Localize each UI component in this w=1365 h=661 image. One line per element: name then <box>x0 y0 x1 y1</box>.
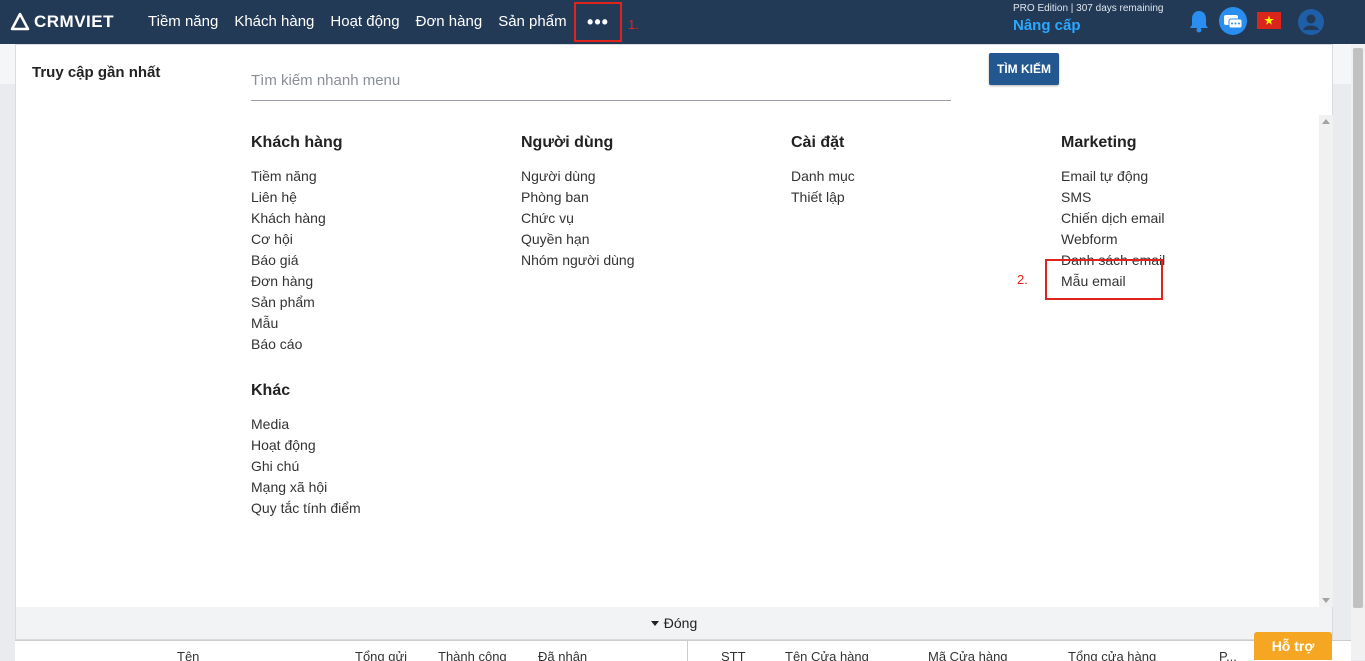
menu-item-mau[interactable]: Mẫu <box>251 313 343 334</box>
annotation-step-2: 2. <box>1017 272 1028 287</box>
menu-search-input[interactable] <box>251 60 951 101</box>
upgrade-link[interactable]: Nâng cấp <box>1013 17 1081 34</box>
recent-access-title: Truy cập gần nhất <box>32 64 161 81</box>
nav-item-hoat-dong[interactable]: Hoạt động <box>322 0 407 44</box>
annotation-step-1: 1. <box>628 17 639 32</box>
menu-item-bao-cao[interactable]: Báo cáo <box>251 334 343 355</box>
crmviet-logo[interactable]: CRMVIET <box>10 10 114 34</box>
close-menu-label: Đóng <box>663 615 698 631</box>
nav-item-san-pham[interactable]: Sản phẩm <box>490 0 574 44</box>
table-header-more: P... <box>1219 649 1237 661</box>
table-header-da-nhan: Đã nhận <box>538 649 588 661</box>
menu-item-sms[interactable]: SMS <box>1061 187 1165 208</box>
logo-icon <box>10 12 30 31</box>
menu-item-nguoi-dung[interactable]: Người dùng <box>521 166 635 187</box>
menu-item-khach-hang[interactable]: Khách hàng <box>251 208 343 229</box>
menu-item-thiet-lap[interactable]: Thiết lập <box>791 187 855 208</box>
menu-item-media[interactable]: Media <box>251 414 361 435</box>
menu-item-email-tu-dong[interactable]: Email tự động <box>1061 166 1165 187</box>
menu-item-tiem-nang[interactable]: Tiềm năng <box>251 166 343 187</box>
menu-column-title: Khác <box>251 382 291 399</box>
table-header-tong-gui: Tổng gửi <box>355 649 408 661</box>
menu-item-chien-dich-email[interactable]: Chiến dịch email <box>1061 208 1165 229</box>
support-button[interactable]: Hỗ trợ <box>1254 632 1332 660</box>
menu-column-title: Khách hàng <box>251 134 343 151</box>
table-header-thanh-cong: Thành công <box>438 649 507 661</box>
scroll-up-arrow-icon[interactable] <box>1322 119 1330 124</box>
menu-column-nguoi-dung: Người dùng Người dùng Phòng ban Chức vụ … <box>521 134 635 271</box>
table-header-ten-cua-hang: Tên Cửa hàng <box>785 649 869 661</box>
logo-text: CRMVIET <box>34 12 114 31</box>
more-menu-button[interactable]: ••• <box>574 2 622 42</box>
page-scrollbar-thumb[interactable] <box>1353 48 1363 608</box>
menu-column-title: Marketing <box>1061 134 1137 151</box>
menu-item-co-hoi[interactable]: Cơ hội <box>251 229 343 250</box>
menu-item-san-pham[interactable]: Sản phẩm <box>251 292 343 313</box>
menu-item-danh-muc[interactable]: Danh mục <box>791 166 855 187</box>
menu-item-phong-ban[interactable]: Phòng ban <box>521 187 635 208</box>
table-header-stt: STT <box>721 649 746 661</box>
highlight-box-mau-email <box>1045 259 1163 300</box>
page-scrollbar[interactable] <box>1351 44 1365 660</box>
menu-item-quy-tac-tinh-diem[interactable]: Quy tắc tính điểm <box>251 498 361 519</box>
background-tables: Tên Tổng gửi Thành công Đã nhận STT Tên … <box>15 640 1351 661</box>
table-divider <box>687 641 688 661</box>
menu-item-hoat-dong[interactable]: Hoạt động <box>251 435 361 456</box>
chat-icon[interactable] <box>1218 6 1248 36</box>
menu-column-cai-dat: Cài đặt Danh mục Thiết lập <box>791 134 855 208</box>
menu-item-bao-gia[interactable]: Báo giá <box>251 250 343 271</box>
menu-column-khach-hang: Khách hàng Tiềm năng Liên hệ Khách hàng … <box>251 134 343 355</box>
nav-item-khach-hang[interactable]: Khách hàng <box>226 0 322 44</box>
edition-info: PRO Edition | 307 days remaining <box>1013 3 1164 14</box>
menu-scrollbar[interactable] <box>1319 115 1333 607</box>
nav-item-tiem-nang[interactable]: Tiềm năng <box>140 0 226 44</box>
bell-icon[interactable] <box>1188 9 1210 33</box>
main-nav: Tiềm năng Khách hàng Hoạt động Đơn hàng … <box>140 0 575 44</box>
user-avatar-icon[interactable] <box>1297 8 1325 36</box>
menu-item-nhom-nguoi-dung[interactable]: Nhóm người dùng <box>521 250 635 271</box>
menu-item-quyen-han[interactable]: Quyền hạn <box>521 229 635 250</box>
close-menu-button[interactable]: Đóng <box>16 607 1332 639</box>
scroll-down-arrow-icon[interactable] <box>1322 598 1330 603</box>
menu-item-don-hang[interactable]: Đơn hàng <box>251 271 343 292</box>
caret-down-icon <box>650 620 659 626</box>
mega-menu-panel: Truy cập gần nhất TÌM KIẾM Khách hàng Ti… <box>15 44 1333 640</box>
menu-column-khac: Khác Media Hoạt động Ghi chú Mạng xã hội… <box>251 382 361 519</box>
table-header-ten: Tên <box>177 649 200 661</box>
menu-column-title: Người dùng <box>521 134 614 151</box>
vietnam-flag-icon[interactable] <box>1257 12 1281 29</box>
menu-column-title: Cài đặt <box>791 134 845 151</box>
menu-item-chuc-vu[interactable]: Chức vụ <box>521 208 635 229</box>
search-button[interactable]: TÌM KIẾM <box>989 53 1059 85</box>
menu-item-ghi-chu[interactable]: Ghi chú <box>251 456 361 477</box>
table-header-ma-cua-hang: Mã Cửa hàng <box>928 649 1008 661</box>
menu-item-webform[interactable]: Webform <box>1061 229 1165 250</box>
menu-item-mang-xa-hoi[interactable]: Mạng xã hội <box>251 477 361 498</box>
menu-item-lien-he[interactable]: Liên hệ <box>251 187 343 208</box>
top-navbar: CRMVIET Tiềm năng Khách hàng Hoạt động Đ… <box>0 0 1365 44</box>
nav-item-don-hang[interactable]: Đơn hàng <box>408 0 491 44</box>
table-header-tong-cua-hang: Tổng cửa hàng <box>1068 649 1157 661</box>
